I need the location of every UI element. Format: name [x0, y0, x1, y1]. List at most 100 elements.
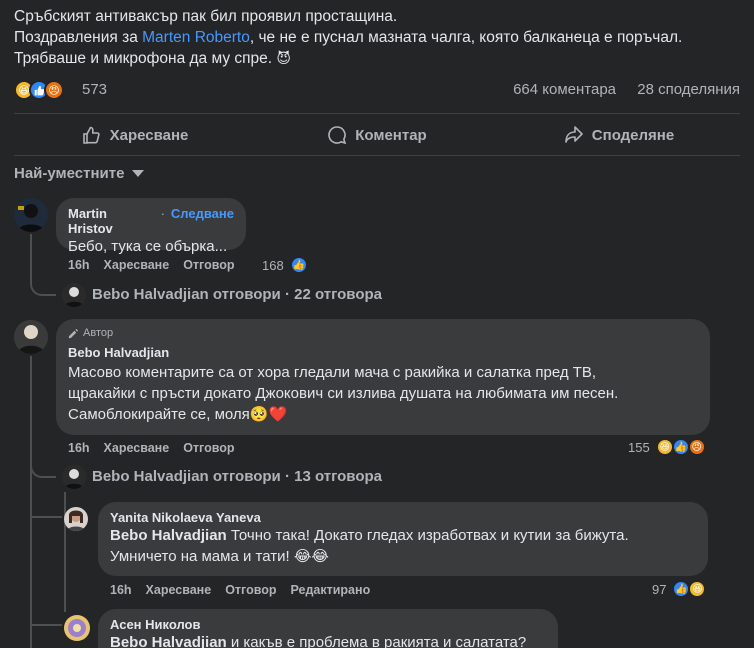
post-text: Сръбският антиваксър пак бил проявил про… — [14, 6, 744, 69]
reply-like-button[interactable]: Харесване — [146, 583, 212, 597]
comment-like-button[interactable]: Харесване — [104, 258, 170, 272]
reply-author[interactable]: Yanita Nikolaeva Yaneva — [110, 510, 696, 525]
like-button[interactable]: Харесване — [14, 117, 256, 153]
reply-bubble: Асен Николов Bebo Halvadjian и какъв е п… — [98, 609, 558, 648]
avatar — [62, 283, 86, 307]
comment-reaction-count: 168 — [262, 257, 284, 273]
comment-reaction-count: 155 — [628, 439, 650, 455]
angry-reaction-icon: 😠 — [687, 438, 706, 456]
thread-connector — [30, 452, 56, 478]
comment-reactions[interactable]: 155 😆 👍 😠 — [628, 438, 706, 456]
pencil-icon — [68, 328, 79, 338]
divider-bottom — [14, 155, 740, 156]
angry-reaction-icon: 😠 — [44, 80, 64, 100]
reply-reply-button[interactable]: Отговор — [225, 583, 276, 597]
view-replies-link[interactable]: Bebo Halvadjian отговори · 13 отговора — [92, 468, 382, 485]
tagged-user-link[interactable]: Bebo Halvadjian — [110, 634, 227, 648]
reply-reactions[interactable]: 97 👍 😆 — [652, 580, 707, 598]
reply-text-line-1: Bebo Halvadjian и какъв е проблема в рак… — [110, 632, 546, 648]
dot-separator: · — [160, 206, 165, 221]
thread-connector — [30, 270, 56, 296]
comment-meta: 16h Харесване Отговор — [68, 258, 235, 272]
comment-bubble: Martin Hristov · Следване Бебо, тука се … — [56, 198, 246, 255]
reactions-summary: 😆 😠 573 664 коментара 28 споделяния — [14, 80, 740, 102]
comment-text-line-1: Масово коментарите са от хора гледали ма… — [68, 364, 597, 381]
reply-author[interactable]: Асен Николов — [110, 617, 546, 632]
post-line-2-prefix: Поздравления за — [14, 29, 143, 46]
thread-connector — [30, 608, 62, 626]
user-avatar-icon — [14, 198, 48, 232]
thread-line — [64, 492, 66, 612]
thumbs-up-icon — [82, 126, 100, 144]
comment-label: Коментар — [355, 126, 427, 144]
comment-time[interactable]: 16h — [68, 441, 90, 455]
comment-author[interactable]: Bebo Halvadjian — [68, 345, 698, 360]
pleading-emoji-icon: 🥺 — [249, 406, 269, 423]
user-avatar-icon — [64, 507, 88, 531]
sort-dropdown[interactable]: Най-уместните — [14, 165, 145, 182]
avatar[interactable] — [64, 507, 88, 531]
user-avatar-icon — [62, 465, 86, 489]
user-avatar-icon — [14, 320, 48, 354]
comment-bubble: Автор Bebo Halvadjian Масово коментарите… — [56, 319, 710, 435]
comments-count[interactable]: 664 коментара — [513, 81, 616, 98]
comment-reply-button[interactable]: Отговор — [183, 441, 234, 455]
comment-reply-button[interactable]: Отговор — [183, 258, 234, 272]
post-line-3-text: Трябваше и микрофона да му спре. — [14, 50, 273, 67]
reply-text-line-1-text: и какъв е проблема в ракията и салатата? — [226, 634, 527, 648]
avatar[interactable] — [14, 198, 48, 232]
post-line-1: Сръбският антиваксър пак бил проявил про… — [14, 8, 398, 25]
tagged-user-link[interactable]: Bebo Halvadjian — [110, 527, 227, 544]
reply-text-line-1-text: Точно така! Докато гледах изработвах и к… — [226, 527, 629, 544]
view-replies-link[interactable]: Bebo Halvadjian отговори · 22 отговора — [92, 286, 382, 303]
haha-reaction-icon: 😆 — [688, 580, 707, 598]
divider-top — [14, 113, 740, 114]
reply-meta: 16h Харесване Отговор Редактирано — [110, 583, 370, 597]
replies-link-label: Bebo Halvadjian отговори · 22 отговора — [92, 286, 383, 303]
comment-reactions[interactable]: 168 👍 — [262, 256, 308, 274]
user-avatar-icon — [64, 615, 90, 641]
comment-author[interactable]: Martin Hristov — [68, 206, 155, 236]
comment-button[interactable]: Коментар — [256, 117, 498, 153]
comment-like-button[interactable]: Харесване — [104, 441, 170, 455]
comment-meta: 16h Харесване Отговор — [68, 441, 235, 455]
post-line-2: Поздравления за Marten Roberto, че не е … — [14, 27, 744, 48]
avatar[interactable] — [64, 615, 90, 641]
comment-text-line-2: щракайки с пръсти докато Джокович си изл… — [68, 385, 619, 402]
avatar[interactable] — [14, 320, 48, 354]
comment-time[interactable]: 16h — [68, 258, 90, 272]
avatar — [62, 465, 86, 489]
post-line-3: Трябваше и микрофона да му спре. 😈 — [14, 48, 744, 69]
shares-count[interactable]: 28 споделяния — [637, 81, 740, 98]
comment-text-line-3-text: Самоблокирайте се, моля — [68, 406, 250, 423]
reaction-icons[interactable]: 😆 😠 — [14, 80, 64, 100]
comment-text: Бебо, тука се обърка... — [68, 238, 228, 255]
share-button[interactable]: Споделяне — [498, 117, 740, 153]
heart-emoji-icon: ❤️ — [268, 406, 288, 423]
post-actions: Харесване Коментар Споделяне — [14, 117, 740, 153]
caret-down-icon — [132, 170, 145, 177]
comment-text-line-3: Самоблокирайте се, моля🥺❤️ — [68, 404, 698, 425]
share-icon — [564, 126, 583, 143]
laughing-emoji-icon: 😂 — [311, 548, 329, 565]
post-line-2-suffix: , че не е пуснал мазната чалга, която ба… — [249, 29, 683, 46]
reply-bubble: Yanita Nikolaeva Yaneva Bebo Halvadjian … — [98, 502, 708, 576]
thread-connector — [30, 500, 62, 518]
reply-text-line-2: Умничето на мама и тати! 😂😂 — [110, 546, 696, 567]
like-reaction-icon: 👍 — [289, 256, 308, 274]
reply-reaction-count: 97 — [652, 581, 667, 597]
reply-time[interactable]: 16h — [110, 583, 132, 597]
reply-text-line-2-text: Умничето на мама и тати! — [110, 548, 290, 565]
edited-label: Редактирано — [290, 583, 371, 597]
reaction-count[interactable]: 573 — [82, 81, 107, 98]
laughing-emoji-icon: 😂 — [293, 548, 312, 565]
share-label: Споделяне — [591, 126, 675, 144]
comment-icon — [328, 126, 347, 145]
sort-label: Най-уместните — [14, 165, 125, 182]
like-label: Харесване — [109, 126, 189, 144]
replies-link-label: Bebo Halvadjian отговори · 13 отговора — [92, 468, 383, 485]
reply-text-line-1: Bebo Halvadjian Точно така! Докато гледа… — [110, 525, 696, 546]
follow-button[interactable]: Следване — [171, 206, 234, 221]
devil-emoji-icon: 😈 — [276, 50, 291, 66]
mention-link[interactable]: Marten Roberto — [142, 29, 250, 46]
